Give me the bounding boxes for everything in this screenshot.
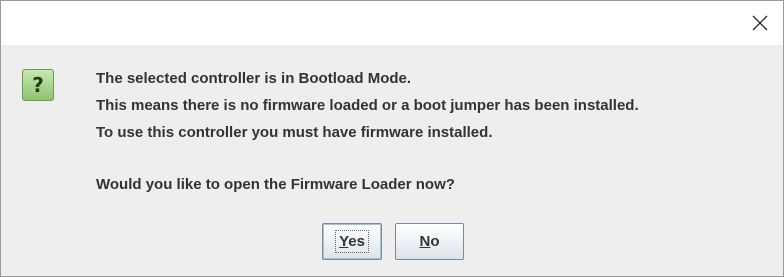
no-label-rest: o — [430, 233, 440, 250]
no-button[interactable]: No — [395, 223, 464, 260]
close-button[interactable] — [737, 1, 783, 45]
title-bar — [1, 1, 783, 45]
no-button-label: No — [419, 233, 439, 250]
yes-mnemonic: Y — [339, 233, 349, 250]
message-line-2: This means there is no firmware loaded o… — [96, 97, 639, 114]
yes-button[interactable]: Yes — [322, 223, 382, 260]
close-icon — [752, 15, 768, 31]
no-mnemonic: N — [419, 233, 431, 250]
yes-button-label: Yes — [335, 230, 369, 253]
message-line-1: The selected controller is in Bootload M… — [96, 70, 412, 87]
confirm-dialog: ? The selected controller is in Bootload… — [0, 0, 784, 277]
button-row: Yes No — [322, 223, 464, 260]
question-text: Would you like to open the Firmware Load… — [96, 176, 455, 193]
question-icon: ? — [22, 69, 54, 101]
dialog-content: ? The selected controller is in Bootload… — [1, 45, 783, 276]
message-text: The selected controller is in Bootload M… — [96, 65, 639, 198]
yes-label-rest: es — [348, 233, 365, 250]
message-line-3: To use this controller you must have fir… — [96, 124, 493, 141]
question-icon-glyph: ? — [32, 73, 44, 97]
